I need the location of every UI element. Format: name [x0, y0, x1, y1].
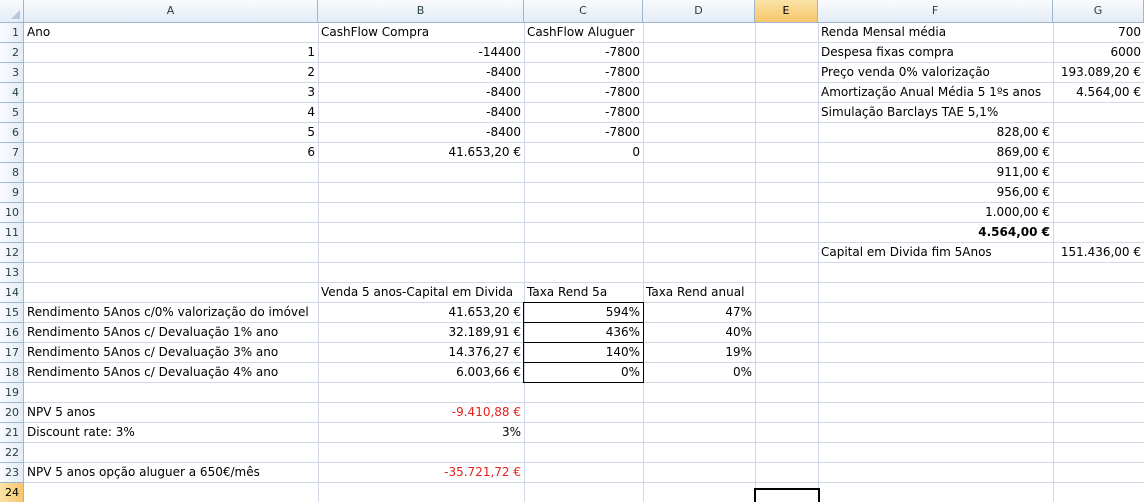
cell-b1[interactable]: CashFlow Compra — [318, 23, 524, 43]
cell-a4[interactable]: 3 — [24, 83, 318, 103]
row-header-12[interactable]: 12 — [0, 243, 24, 263]
cell-c3[interactable]: -7800 — [524, 63, 643, 83]
cell-f3[interactable]: Preço venda 0% valorização — [818, 63, 1053, 83]
cell-a1[interactable]: Ano — [24, 23, 318, 43]
cell-d17[interactable]: 19% — [643, 343, 755, 363]
cell-a3[interactable]: 2 — [24, 63, 318, 83]
cell-b20[interactable]: -9.410,88 € — [318, 403, 524, 423]
cell-c18[interactable]: 0% — [523, 362, 644, 383]
row-header-22[interactable]: 22 — [0, 443, 24, 463]
column-header-g[interactable]: G — [1053, 0, 1144, 23]
cell-b18[interactable]: 6.003,66 € — [318, 363, 524, 383]
cell-b7[interactable]: 41.653,20 € — [318, 143, 524, 163]
cell-b2[interactable]: -14400 — [318, 43, 524, 63]
cell-c14[interactable]: Taxa Rend 5a — [524, 283, 643, 303]
cell-d14[interactable]: Taxa Rend anual — [643, 283, 755, 303]
row-header-23[interactable]: 23 — [0, 463, 24, 483]
cell-f11[interactable]: 4.564,00 € — [818, 223, 1053, 243]
row-header-10[interactable]: 10 — [0, 203, 24, 223]
cell-b16[interactable]: 32.189,91 € — [318, 323, 524, 343]
cell-a6[interactable]: 5 — [24, 123, 318, 143]
cell-b23[interactable]: -35.721,72 € — [318, 463, 524, 483]
column-header-d[interactable]: D — [643, 0, 755, 23]
cell-g1[interactable]: 700 — [1053, 23, 1144, 43]
cell-b4[interactable]: -8400 — [318, 83, 524, 103]
cell-f7[interactable]: 869,00 € — [818, 143, 1053, 163]
cell-f4[interactable]: Amortização Anual Média 5 1ºs anos — [818, 83, 1053, 103]
cell-g4[interactable]: 4.564,00 € — [1053, 83, 1144, 103]
row-header-18[interactable]: 18 — [0, 363, 24, 383]
active-cell-cursor[interactable] — [754, 488, 820, 502]
cell-b3[interactable]: -8400 — [318, 63, 524, 83]
row-header-20[interactable]: 20 — [0, 403, 24, 423]
cell-a5[interactable]: 4 — [24, 103, 318, 123]
cell-b21[interactable]: 3% — [318, 423, 524, 443]
spreadsheet[interactable]: A B C D E F G 1 2 3 4 5 6 7 8 9 10 11 12… — [0, 0, 1144, 502]
cell-f9[interactable]: 956,00 € — [818, 183, 1053, 203]
select-all-corner[interactable] — [0, 0, 24, 23]
row-header-19[interactable]: 19 — [0, 383, 24, 403]
cell-b5[interactable]: -8400 — [318, 103, 524, 123]
row-header-1[interactable]: 1 — [0, 23, 24, 43]
cell-c5[interactable]: -7800 — [524, 103, 643, 123]
row-header-3[interactable]: 3 — [0, 63, 24, 83]
row-header-24[interactable]: 24 — [0, 483, 24, 502]
cell-d18[interactable]: 0% — [643, 363, 755, 383]
row-header-14[interactable]: 14 — [0, 283, 24, 303]
cell-b14[interactable]: Venda 5 anos-Capital em Divida — [318, 283, 524, 303]
cell-a20[interactable]: NPV 5 anos — [24, 403, 318, 423]
row-header-2[interactable]: 2 — [0, 43, 24, 63]
cell-f12[interactable]: Capital em Divida fim 5Anos — [818, 243, 1053, 263]
cell-c16[interactable]: 436% — [523, 322, 644, 343]
cell-c4[interactable]: -7800 — [524, 83, 643, 103]
cell-d16[interactable]: 40% — [643, 323, 755, 343]
cell-g2[interactable]: 6000 — [1053, 43, 1144, 63]
cell-b15[interactable]: 41.653,20 € — [318, 303, 524, 323]
cell-c15[interactable]: 594% — [523, 302, 644, 323]
row-header-17[interactable]: 17 — [0, 343, 24, 363]
row-header-9[interactable]: 9 — [0, 183, 24, 203]
cell-c17[interactable]: 140% — [523, 342, 644, 363]
row-header-11[interactable]: 11 — [0, 223, 24, 243]
row-header-13[interactable]: 13 — [0, 263, 24, 283]
cell-c2[interactable]: -7800 — [524, 43, 643, 63]
cell-f6[interactable]: 828,00 € — [818, 123, 1053, 143]
row-header-21[interactable]: 21 — [0, 423, 24, 443]
row-header-16[interactable]: 16 — [0, 323, 24, 343]
column-header-a[interactable]: A — [24, 0, 318, 23]
cell-g12[interactable]: 151.436,00 € — [1053, 243, 1144, 263]
cell-d15[interactable]: 47% — [643, 303, 755, 323]
row-header-4[interactable]: 4 — [0, 83, 24, 103]
row-header-6[interactable]: 6 — [0, 123, 24, 143]
column-header-c[interactable]: C — [524, 0, 643, 23]
column-header-b[interactable]: B — [318, 0, 524, 23]
column-header-f[interactable]: F — [818, 0, 1053, 23]
cell-a2[interactable]: 1 — [24, 43, 318, 63]
cell-b6[interactable]: -8400 — [318, 123, 524, 143]
cell-f1[interactable]: Renda Mensal média — [818, 23, 1053, 43]
cell-f10[interactable]: 1.000,00 € — [818, 203, 1053, 223]
row-header-8[interactable]: 8 — [0, 163, 24, 183]
cell-f5[interactable]: Simulação Barclays TAE 5,1% — [818, 103, 1053, 123]
cell-f2[interactable]: Despesa fixas compra — [818, 43, 1053, 63]
cell-a21[interactable]: Discount rate: 3% — [24, 423, 318, 443]
cell-a16[interactable]: Rendimento 5Anos c/ Devaluação 1% ano — [24, 323, 318, 343]
cell-c1[interactable]: CashFlow Aluguer — [524, 23, 643, 43]
cell-b17[interactable]: 14.376,27 € — [318, 343, 524, 363]
cell-a17[interactable]: Rendimento 5Anos c/ Devaluação 3% ano — [24, 343, 318, 363]
cell-c7[interactable]: 0 — [524, 143, 643, 163]
cell-f8[interactable]: 911,00 € — [818, 163, 1053, 183]
cell-g3[interactable]: 193.089,20 € — [1053, 63, 1144, 83]
cell-a18[interactable]: Rendimento 5Anos c/ Devaluação 4% ano — [24, 363, 318, 383]
row-header-5[interactable]: 5 — [0, 103, 24, 123]
row-header-7[interactable]: 7 — [0, 143, 24, 163]
cell-a7[interactable]: 6 — [24, 143, 318, 163]
cell-a23[interactable]: NPV 5 anos opção aluguer a 650€/mês — [24, 463, 318, 483]
cell-c6[interactable]: -7800 — [524, 123, 643, 143]
cell-a15[interactable]: Rendimento 5Anos c/0% valorização do imó… — [24, 303, 318, 323]
column-header-e[interactable]: E — [755, 0, 818, 23]
row-header-15[interactable]: 15 — [0, 303, 24, 323]
